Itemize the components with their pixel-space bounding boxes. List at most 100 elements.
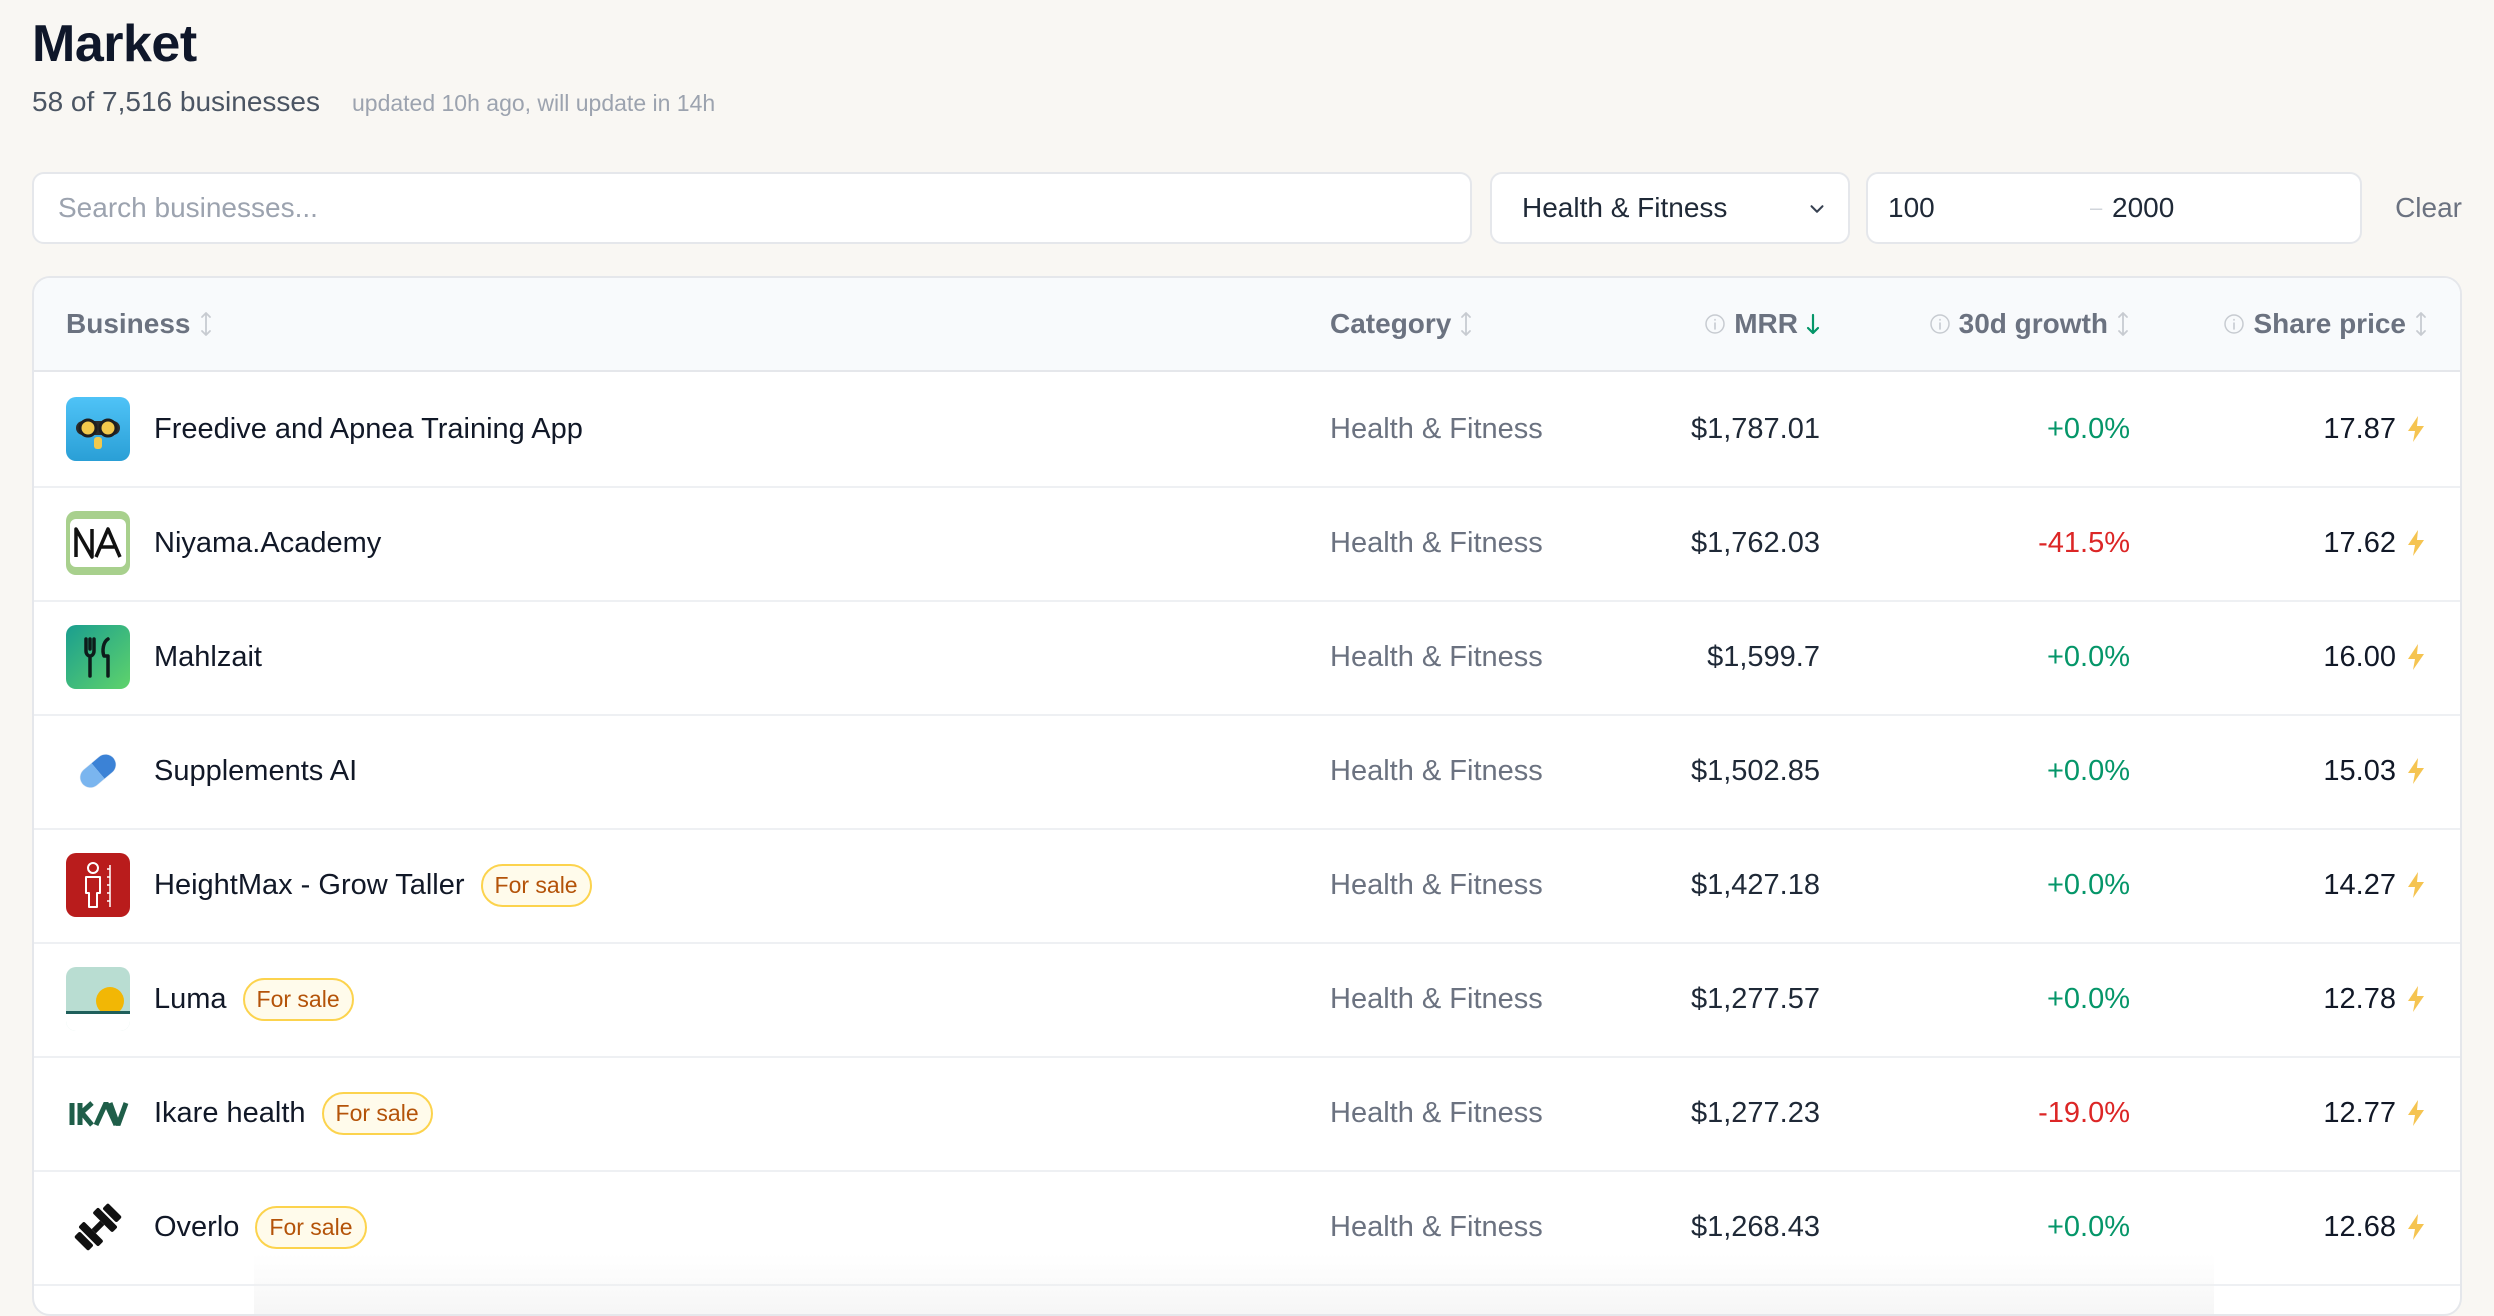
mrr-cell: $1,277.23 <box>1690 1096 1820 1129</box>
business-name[interactable]: Mahlzait <box>154 641 262 674</box>
column-header-mrr[interactable]: MRR <box>1704 278 1820 370</box>
lightning-bolt-icon <box>2408 986 2424 1012</box>
luma-logo-icon <box>66 967 130 1031</box>
table-row[interactable]: HeightMax - Grow Taller For sale Health … <box>34 828 2460 944</box>
share-price-cell: 17.62 <box>2323 486 2428 600</box>
share-price-value: 12.77 <box>2323 1096 2396 1129</box>
business-name[interactable]: Luma <box>154 983 227 1016</box>
chevron-down-icon <box>1810 205 1824 213</box>
lightning-bolt-icon <box>2408 644 2424 670</box>
category-select[interactable]: Health & Fitness <box>1490 172 1850 244</box>
column-header-label: Share price <box>2253 308 2406 339</box>
growth-cell: +0.0% <box>2046 982 2130 1015</box>
sort-descending-icon <box>1806 313 1820 335</box>
business-cell: Luma For sale <box>66 942 354 1056</box>
business-name[interactable]: Ikare health <box>154 1097 306 1130</box>
business-cell: Freedive and Apnea Training App <box>66 372 583 486</box>
info-icon[interactable] <box>1929 313 1951 335</box>
share-price-cell: 12.77 <box>2323 1056 2428 1170</box>
subtitle-row: 58 of 7,516 businesses updated 10h ago, … <box>32 86 715 118</box>
mrr-cell: $1,762.03 <box>1690 526 1820 559</box>
category-cell: Health & Fitness <box>1330 868 1543 901</box>
heightmax-logo-icon <box>66 853 130 917</box>
table-row[interactable]: Supplements AI Health & Fitness $1,502.8… <box>34 714 2460 830</box>
growth-cell: -41.5% <box>2038 526 2130 559</box>
sort-icon <box>1461 312 1472 336</box>
category-cell: Health & Fitness <box>1330 412 1543 445</box>
category-select-value: Health & Fitness <box>1522 192 1728 223</box>
business-name[interactable]: Niyama.Academy <box>154 527 381 560</box>
mahlzait-logo-icon <box>66 625 130 689</box>
mrr-max-input[interactable]: 2000 <box>2112 192 2174 224</box>
column-header-category[interactable]: Category <box>1330 278 1473 370</box>
business-cell: Supplements AI <box>66 714 357 828</box>
market-table: Business Category MRR 30d growth Share p… <box>32 276 2462 1316</box>
filter-bar: Health & Fitness 100 – 2000 Clear <box>32 172 2462 244</box>
growth-cell: -19.0% <box>2038 1096 2130 1129</box>
lightning-bolt-icon <box>2408 1100 2424 1126</box>
lightning-bolt-icon <box>2408 530 2424 556</box>
share-price-cell: 16.00 <box>2323 600 2428 714</box>
info-icon[interactable] <box>1704 313 1726 335</box>
niyama-logo-icon <box>66 511 130 575</box>
table-row[interactable]: Niyama.Academy Health & Fitness $1,762.0… <box>34 486 2460 602</box>
table-row[interactable]: Mahlzait Health & Fitness $1,599.7 +0.0%… <box>34 600 2460 716</box>
column-header-business[interactable]: Business <box>66 278 213 370</box>
share-price-cell: 12.78 <box>2323 942 2428 1056</box>
lightning-bolt-icon <box>2408 758 2424 784</box>
share-price-cell: 15.03 <box>2323 714 2428 828</box>
share-price-value: 12.68 <box>2323 1210 2396 1243</box>
sort-icon <box>200 312 211 336</box>
column-header-share-price[interactable]: Share price <box>2223 278 2428 370</box>
clear-filters-button[interactable]: Clear <box>2370 172 2462 244</box>
share-price-value: 15.03 <box>2323 754 2396 787</box>
business-name[interactable]: HeightMax - Grow Taller <box>154 869 465 902</box>
lightning-bolt-icon <box>2408 416 2424 442</box>
lightning-bolt-icon <box>2408 872 2424 898</box>
share-price-value: 17.62 <box>2323 526 2396 559</box>
mrr-cell: $1,268.43 <box>1690 1210 1820 1243</box>
table-header: Business Category MRR 30d growth Share p… <box>34 278 2460 372</box>
share-price-value: 17.87 <box>2323 412 2396 445</box>
business-count: 58 of 7,516 businesses <box>32 86 320 117</box>
share-price-cell: 17.87 <box>2323 372 2428 486</box>
update-status: updated 10h ago, will update in 14h <box>351 90 716 116</box>
for-sale-badge: For sale <box>321 1091 433 1135</box>
table-row[interactable]: Freedive and Apnea Training App Health &… <box>34 372 2460 488</box>
table-row[interactable]: Ikare health For sale Health & Fitness $… <box>34 1056 2460 1172</box>
business-cell: Overlo For sale <box>66 1170 367 1284</box>
table-row[interactable]: Overlo For sale Health & Fitness $1,268.… <box>34 1170 2460 1286</box>
column-header-label: MRR <box>1734 308 1798 339</box>
overlo-logo-icon <box>66 1195 130 1259</box>
business-cell: HeightMax - Grow Taller For sale <box>66 828 592 942</box>
info-icon[interactable] <box>2223 313 2245 335</box>
column-header-growth[interactable]: 30d growth <box>1929 278 2130 370</box>
column-header-label: Business <box>66 308 191 339</box>
supplements-logo-icon <box>66 739 130 803</box>
business-name[interactable]: Freedive and Apnea Training App <box>154 413 583 446</box>
mrr-cell: $1,427.18 <box>1690 868 1820 901</box>
share-price-cell: 12.68 <box>2323 1170 2428 1284</box>
for-sale-badge: For sale <box>242 977 354 1021</box>
category-cell: Health & Fitness <box>1330 982 1543 1015</box>
category-cell: Health & Fitness <box>1330 640 1543 673</box>
mrr-cell: $1,787.01 <box>1690 412 1820 445</box>
column-header-label: Category <box>1330 308 1452 339</box>
share-price-value: 12.78 <box>2323 982 2396 1015</box>
sort-icon <box>2118 312 2128 336</box>
business-name[interactable]: Supplements AI <box>154 755 357 788</box>
mrr-min-input[interactable]: 100 <box>1888 192 1935 224</box>
mrr-cell: $1,502.85 <box>1690 754 1820 787</box>
search-input[interactable] <box>32 172 1472 244</box>
for-sale-badge: For sale <box>255 1205 367 1249</box>
growth-cell: +0.0% <box>2046 868 2130 901</box>
category-cell: Health & Fitness <box>1330 754 1543 787</box>
share-price-value: 16.00 <box>2323 640 2396 673</box>
business-name[interactable]: Overlo <box>154 1211 239 1244</box>
growth-cell: +0.0% <box>2046 754 2130 787</box>
category-cell: Health & Fitness <box>1330 1210 1543 1243</box>
business-cell: Mahlzait <box>66 600 262 714</box>
table-row[interactable]: Luma For sale Health & Fitness $1,277.57… <box>34 942 2460 1058</box>
share-price-cell: 14.27 <box>2323 828 2428 942</box>
share-price-value: 14.27 <box>2323 868 2396 901</box>
